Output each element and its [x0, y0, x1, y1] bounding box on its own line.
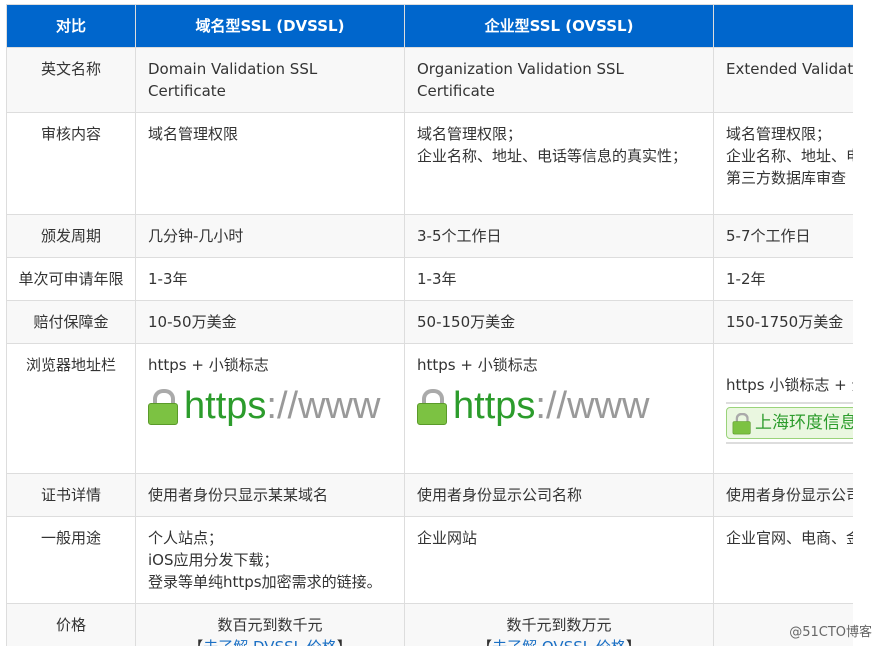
- price-text: 数千元到数万元: [417, 614, 701, 636]
- cell-ev: 域名管理权限；企业名称、地址、电话等信息的真实性；第三方数据库审查: [714, 113, 854, 215]
- table-row: 英文名称 Domain Validation SSL Certificate O…: [7, 48, 854, 113]
- cell-dv: 1-3年: [136, 258, 405, 301]
- ssl-comparison-table-container: 对比 域名型SSL (DVSSL) 企业型SSL (OVSSL) 英文名称 Do…: [6, 4, 853, 646]
- cell-dv: 域名管理权限: [136, 113, 405, 215]
- table-row: 赔付保障金 10-50万美金 50-150万美金 150-1750万美金: [7, 301, 854, 344]
- ovssl-price-link[interactable]: 去了解 OVSSL 价格: [492, 638, 626, 646]
- cell-ov: 1-3年: [405, 258, 714, 301]
- row-label: 颁发周期: [7, 215, 136, 258]
- line: 域名管理权限；: [726, 123, 853, 145]
- header-compare: 对比: [7, 5, 136, 48]
- cell-ev: 1-2年: [714, 258, 854, 301]
- cell-ev: 150-1750万美金: [714, 301, 854, 344]
- cell-ev: https 小锁标志 + 企业名称 上海环度信息科技有限公司: [714, 344, 854, 474]
- address-bar-image: https://www: [417, 382, 713, 430]
- line: https + 小锁标志: [148, 354, 404, 376]
- cell-ev: 5-7个工作日: [714, 215, 854, 258]
- ev-address-bar-image: 上海环度信息科技有限公司: [726, 402, 853, 444]
- table-row: 一般用途 个人站点；iOS应用分发下载；登录等单纯https加密需求的链接。 企…: [7, 517, 854, 604]
- row-label: 英文名称: [7, 48, 136, 113]
- row-label: 单次可申请年限: [7, 258, 136, 301]
- table-row: 颁发周期 几分钟-几小时 3-5个工作日 5-7个工作日: [7, 215, 854, 258]
- cell-ev: 企业官网、电商、金融: [714, 517, 854, 604]
- line: 登录等单纯https加密需求的链接。: [148, 571, 392, 593]
- cell-ov: https + 小锁标志 https://www: [405, 344, 714, 474]
- cell-ev: Extended Validation SSL Certificate: [714, 48, 854, 113]
- lock-icon: [733, 413, 750, 433]
- line: 企业官网、电商、金融: [726, 527, 853, 549]
- watermark: @51CTO博客: [789, 621, 872, 640]
- cell-dv: 个人站点；iOS应用分发下载；登录等单纯https加密需求的链接。: [136, 517, 405, 604]
- table-row: 审核内容 域名管理权限 域名管理权限；企业名称、地址、电话等信息的真实性； 域名…: [7, 113, 854, 215]
- cell-ov: 3-5个工作日: [405, 215, 714, 258]
- row-label: 证书详情: [7, 474, 136, 517]
- table-row: 证书详情 使用者身份只显示某某域名 使用者身份显示公司名称 使用者身份显示公司名…: [7, 474, 854, 517]
- dvssl-price-link[interactable]: 去了解 DVSSL 价格: [203, 638, 337, 646]
- cell-dv: Domain Validation SSL Certificate: [136, 48, 405, 113]
- row-label: 审核内容: [7, 113, 136, 215]
- row-label: 一般用途: [7, 517, 136, 604]
- bracket: 【: [188, 638, 203, 646]
- url-rest: ://www: [266, 385, 380, 427]
- line: 域名管理权限；: [417, 123, 701, 145]
- line: iOS应用分发下载；: [148, 549, 392, 571]
- bracket: 】: [626, 638, 641, 646]
- header-dvssl: 域名型SSL (DVSSL): [136, 5, 405, 48]
- cell-dv: 几分钟-几小时: [136, 215, 405, 258]
- cell-ov: 数千元到数万元 【去了解 OVSSL 价格】: [405, 604, 714, 647]
- cell-ov: 使用者身份显示公司名称: [405, 474, 714, 517]
- line: https 小锁标志 + 企业名称: [726, 374, 853, 396]
- line: 企业网站: [417, 527, 701, 549]
- header-evssl: [714, 5, 854, 48]
- url-https: https: [453, 385, 535, 427]
- url-https: https: [184, 385, 266, 427]
- line: 第三方数据库审查: [726, 167, 853, 189]
- header-row: 对比 域名型SSL (DVSSL) 企业型SSL (OVSSL): [7, 5, 854, 48]
- row-label: 浏览器地址栏: [7, 344, 136, 474]
- cell-ov: 企业网站: [405, 517, 714, 604]
- cell-ev-text: Extended Validation SSL Certificate: [726, 60, 853, 78]
- url-rest: ://www: [535, 385, 649, 427]
- bracket: 】: [337, 638, 352, 646]
- lock-icon: [417, 389, 445, 423]
- row-label: 价格: [7, 604, 136, 647]
- row-label: 赔付保障金: [7, 301, 136, 344]
- price-text: 数百元到数千元: [148, 614, 392, 636]
- ssl-comparison-table: 对比 域名型SSL (DVSSL) 企业型SSL (OVSSL) 英文名称 Do…: [6, 4, 853, 646]
- table-row: 价格 数百元到数千元 【去了解 DVSSL 价格】 数千元到数万元 【去了解 O…: [7, 604, 854, 647]
- cell-ov: 域名管理权限；企业名称、地址、电话等信息的真实性；: [405, 113, 714, 215]
- bracket: 【: [477, 638, 492, 646]
- cell-ev: 使用者身份显示公司名称: [714, 474, 854, 517]
- line: 域名管理权限: [148, 123, 392, 145]
- line: https + 小锁标志: [417, 354, 713, 376]
- cell-dv: https + 小锁标志 https://www: [136, 344, 405, 474]
- header-ovssl: 企业型SSL (OVSSL): [405, 5, 714, 48]
- lock-icon: [148, 389, 176, 423]
- ev-company-name: 上海环度信息科技有限公司: [755, 412, 853, 434]
- line: 个人站点；: [148, 527, 392, 549]
- table-row: 浏览器地址栏 https + 小锁标志 https://www https + …: [7, 344, 854, 474]
- table-row: 单次可申请年限 1-3年 1-3年 1-2年: [7, 258, 854, 301]
- line: 企业名称、地址、电话等信息的真实性；: [417, 145, 701, 167]
- address-bar-image: https://www: [148, 382, 404, 430]
- cell-dv: 10-50万美金: [136, 301, 405, 344]
- cell-dv: 数百元到数千元 【去了解 DVSSL 价格】: [136, 604, 405, 647]
- cell-dv: 使用者身份只显示某某域名: [136, 474, 405, 517]
- line: 企业名称、地址、电话等信息的真实性；: [726, 145, 853, 167]
- cell-ov: 50-150万美金: [405, 301, 714, 344]
- cell-ov: Organization Validation SSL Certificate: [405, 48, 714, 113]
